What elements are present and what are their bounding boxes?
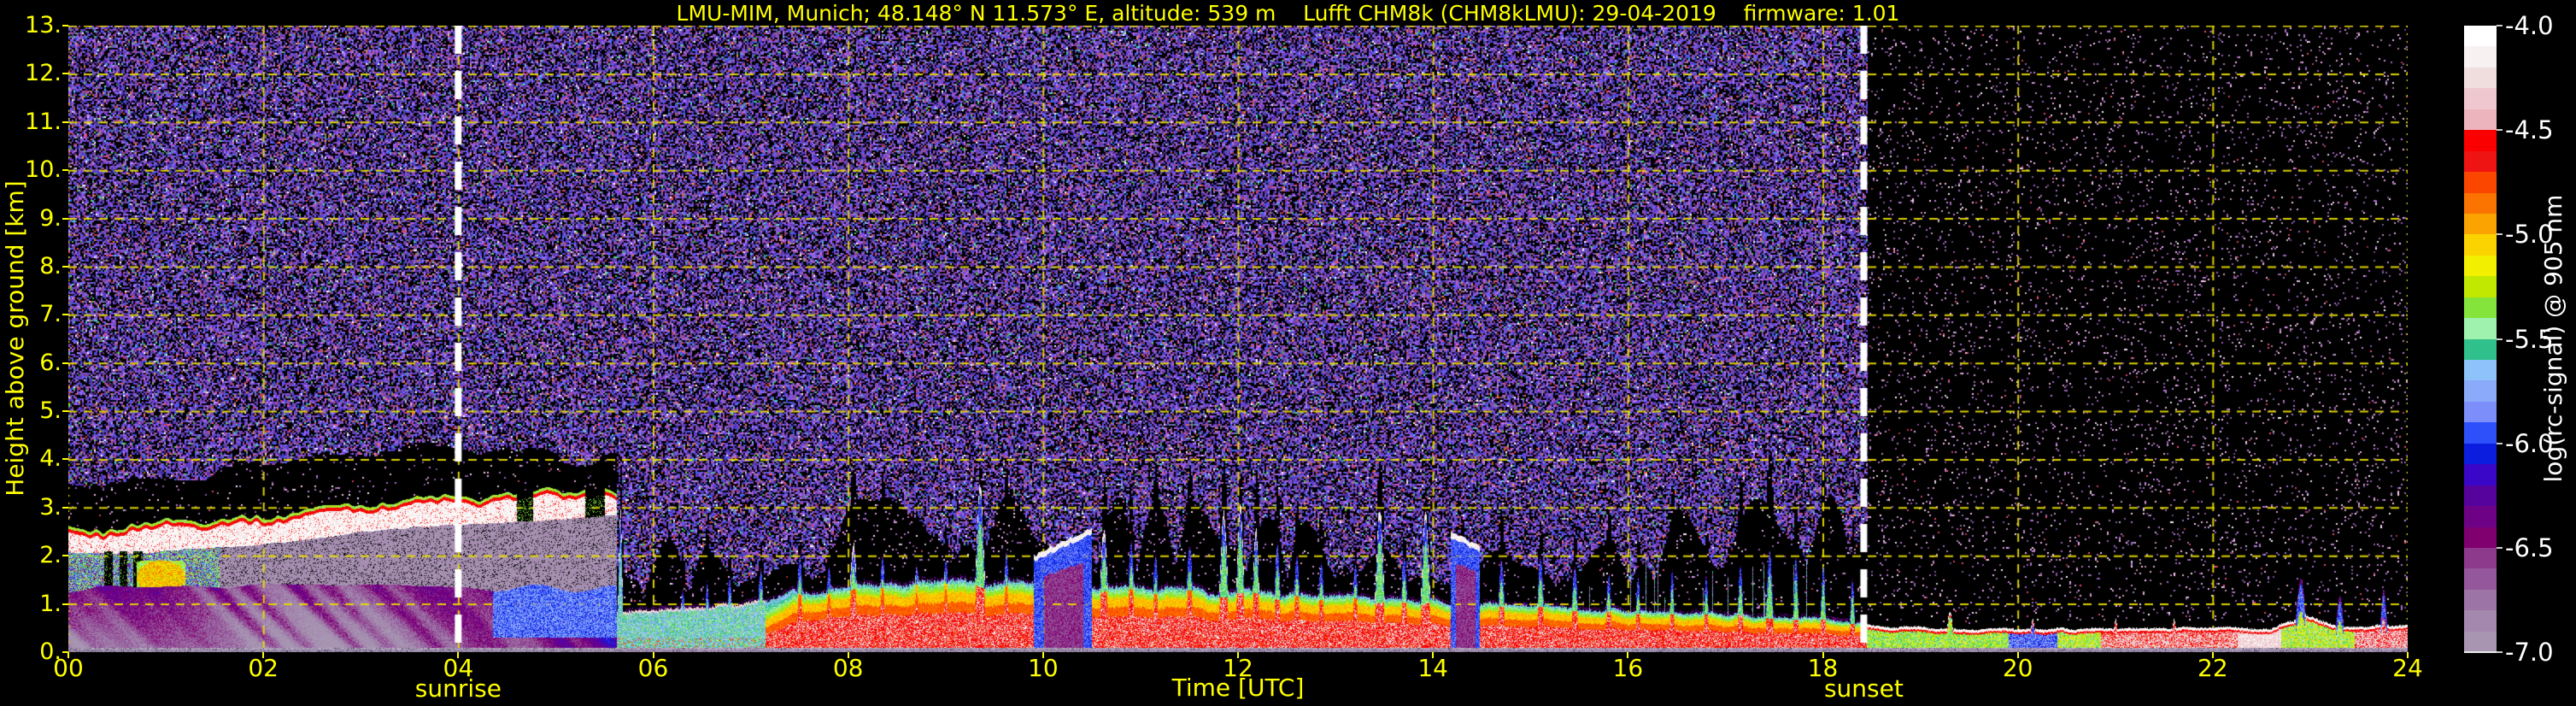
colorbar-band [2464,213,2497,235]
colorbar-band [2464,610,2497,632]
colorbar-band [2464,172,2497,193]
colorbar-band [2464,568,2497,590]
colorbar-tick-label: -4.5 [2505,115,2554,145]
y-tick-label: 4. [39,445,62,473]
colorbar-band [2464,401,2497,423]
colorbar-band [2464,506,2497,527]
y-tick-label: 1. [39,590,62,617]
y-tick-mark [62,121,68,123]
colorbar-tick-mark [2497,233,2503,236]
colorbar-tick-label: -5.0 [2505,220,2554,250]
colorbar-band [2464,109,2497,131]
colorbar-band [2464,631,2497,653]
x-tick-mark [1237,652,1239,658]
y-tick-mark [62,25,68,26]
y-tick-label: 3. [39,493,62,521]
y-tick-mark [62,169,68,172]
y-tick-mark [62,217,68,220]
colorbar-band [2464,192,2497,214]
annotation-sunrise: sunrise [414,674,502,703]
y-tick-label: 11. [25,108,62,135]
y-tick-label: 5. [39,397,62,425]
x-tick-mark [2211,652,2214,658]
y-tick-label: 7. [39,301,62,328]
colorbar-band [2464,234,2497,256]
colorbar-band [2464,276,2497,297]
x-tick-mark [1627,652,1629,658]
y-tick-mark [62,410,68,413]
colorbar-tick-mark [2497,651,2503,653]
colorbar-band [2464,360,2497,381]
y-tick-label: 9. [39,204,62,232]
heatmap-canvas [68,26,2408,652]
y-tick-mark [62,314,68,316]
colorbar-tick-mark [2497,25,2503,26]
colorbar-band [2464,338,2497,360]
x-tick-mark [1042,652,1044,658]
colorbar-band [2464,380,2497,402]
colorbar-band [2464,67,2497,89]
colorbar [2464,26,2497,653]
colorbar-band [2464,46,2497,68]
colorbar-band [2464,318,2497,339]
colorbar-tick-mark [2497,129,2503,132]
y-tick-mark [62,458,68,461]
colorbar-baseline [2464,651,2497,653]
x-tick-mark [652,652,654,658]
y-tick-mark [62,555,68,557]
colorbar-band [2464,150,2497,173]
colorbar-band [2464,443,2497,465]
colorbar-band [2464,88,2497,109]
colorbar-band [2464,589,2497,611]
y-tick-mark [62,362,68,364]
colorbar-band [2464,255,2497,277]
ceilometer-quicklook-figure: LMU-MIM, Munich; 48.148° N 11.573° E, al… [0,0,2576,706]
colorbar-band [2464,485,2497,507]
colorbar-tick-mark [2497,442,2503,444]
colorbar-band [2464,422,2497,444]
x-tick-mark [847,652,849,658]
x-tick-mark [67,652,69,658]
y-tick-label: 12. [25,60,62,87]
x-tick-mark [457,652,460,658]
y-tick-label: 2. [39,542,62,569]
x-tick-mark [1822,652,1824,658]
y-tick-mark [62,603,68,605]
y-tick-label: 13. [25,12,62,38]
x-tick-mark [2407,652,2409,658]
annotation-sunset: sunset [1823,674,1904,703]
colorbar-tick-mark [2497,338,2503,340]
colorbar-band [2464,464,2497,485]
y-tick-label: 6. [39,349,62,376]
chart-title: LMU-MIM, Munich; 48.148° N 11.573° E, al… [676,1,1900,26]
y-tick-mark [62,73,68,75]
x-tick-mark [2016,652,2019,658]
colorbar-band [2464,26,2497,47]
y-tick-mark [62,265,68,268]
colorbar-tick-label: -6.0 [2505,428,2554,458]
y-tick-mark [62,506,68,509]
colorbar-tick-mark [2497,546,2503,549]
colorbar-band [2464,547,2497,569]
x-tick-mark [1432,652,1435,658]
colorbar-tick-label: -5.5 [2505,324,2554,354]
colorbar-tick-label: -6.5 [2505,532,2554,562]
colorbar-band [2464,297,2497,319]
y-tick-label: 10. [25,156,62,184]
colorbar-tick-label: -4.0 [2505,11,2554,40]
x-tick-mark [262,652,265,658]
y-tick-label: 8. [39,252,62,279]
colorbar-band [2464,527,2497,548]
colorbar-tick-label: -7.0 [2505,638,2554,667]
colorbar-band [2464,130,2497,151]
